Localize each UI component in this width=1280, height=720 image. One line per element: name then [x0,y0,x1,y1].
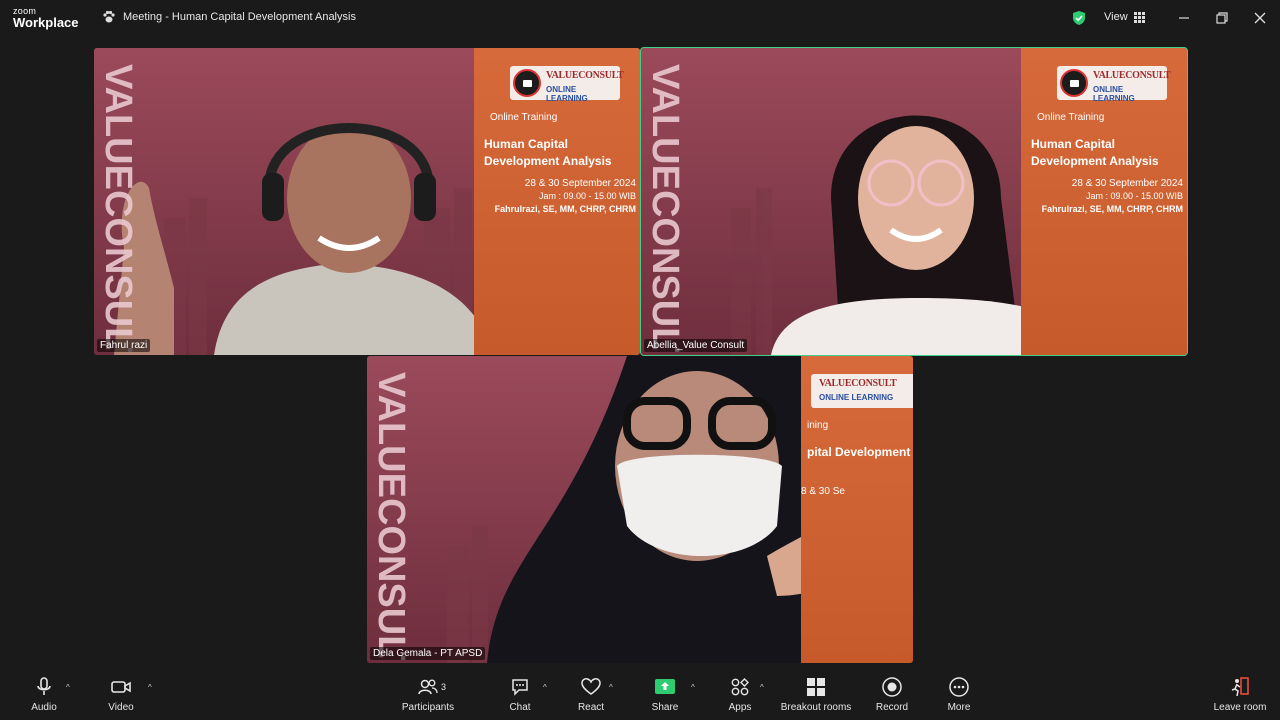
chat-options-caret[interactable]: ^ [543,683,547,692]
svg-text:VALUECONSULT: VALUECONSULT [97,64,139,352]
banner-online: Online Training [490,112,558,123]
banner-title: Human Capital Development Analysis [1031,137,1159,168]
microphone-icon [37,677,51,695]
audio-button[interactable]: Audio [28,676,60,716]
banner-time: Jam : 09.00 - 15.00 WIB [538,191,636,201]
camera-logo-icon [513,69,541,97]
leave-room-button[interactable]: Leave room [1210,676,1270,716]
more-icon [949,677,969,697]
grid-icon [1133,11,1145,23]
title-bar: zoom Workplace Meeting - Human Capital D… [0,0,1280,36]
breakout-rooms-button[interactable]: Breakout rooms [778,676,854,716]
training-banner: VALUECONSULT ONLINE LEARNING Online Trai… [474,48,640,355]
banner-date: 28 & 30 September 2024 [524,178,636,189]
share-button[interactable]: Share [648,676,682,716]
banner-time: Jam : 09.00 - 15.00 WIB [1085,191,1183,201]
participants-icon [418,679,438,695]
video-camera-icon [111,681,131,693]
audio-options-caret[interactable]: ^ [66,683,70,692]
banner-online-partial: ining [807,420,829,431]
minimize-icon[interactable] [1174,8,1194,28]
vertical-brand-text: VALUECONSULT [644,64,686,352]
apps-options-caret[interactable]: ^ [760,683,764,692]
record-button[interactable]: Record [874,676,910,716]
vertical-brand-text: VALUECONSULT [370,372,412,660]
camera-logo-icon [1060,69,1088,97]
zoom-logo: zoom Workplace [13,7,83,33]
view-button[interactable]: View [1104,11,1145,23]
participants-button[interactable]: Participants [398,676,458,716]
video-tile-abellia[interactable]: VALUECONSULT VALUECONSULT ONLINE LEARNIN… [640,47,1188,356]
valueconsult-logo: VALUECONSULT ONLINE LEARNING [1057,66,1171,103]
meeting-title: Meeting - Human Capital Development Anal… [123,11,356,23]
apps-button[interactable]: Apps [725,676,755,716]
video-tile-dela[interactable]: VALUECONSULT VALUECONSULT ONLINE LEARNIN… [367,356,913,663]
react-options-caret[interactable]: ^ [609,683,613,692]
security-shield-icon[interactable] [1071,10,1087,26]
banner-online: Online Training [1037,112,1105,123]
video-options-caret[interactable]: ^ [148,683,152,692]
record-icon [882,677,902,697]
more-button[interactable]: More [944,676,974,716]
training-banner-partial: VALUECONSULT ONLINE LEARNING ining pital… [801,356,913,663]
training-banner: VALUECONSULT ONLINE LEARNING Online Trai… [1021,48,1187,355]
vertical-brand-text: VALUECONSULT [97,64,139,352]
breakout-rooms-icon [807,678,825,696]
meeting-toolbar: Audio ^ Video ^ Participants 3 Chat ^ Re… [0,670,1280,720]
leave-door-icon [1231,677,1249,697]
banner-title-partial: pital Development [807,445,911,459]
share-screen-icon [655,679,675,694]
banner-title: Human Capital Development Analysis [484,137,612,168]
banner-trainer: Fahrulrazi, SE, MM, CHRP, CHRM [1041,204,1183,214]
banner-date-partial: 8 & 30 Se [801,486,845,497]
paw-icon [103,10,115,23]
participant-name: Abellia_Value Consult [644,339,748,352]
restore-icon[interactable] [1212,8,1232,28]
banner-trainer: Fahrulrazi, SE, MM, CHRP, CHRM [494,204,636,214]
svg-text:VALUECONSULT: VALUECONSULT [370,372,412,660]
svg-text:VALUECONSULT: VALUECONSULT [644,64,686,352]
participants-count: 3 [441,682,447,692]
banner-date: 28 & 30 September 2024 [1071,178,1183,189]
valueconsult-logo: VALUECONSULT ONLINE LEARNING [510,66,624,103]
view-label: View [1104,11,1128,23]
share-options-caret[interactable]: ^ [691,683,695,692]
apps-icon [731,678,749,696]
chat-button[interactable]: Chat [505,676,535,716]
participant-name: Fahrul razi [97,339,151,352]
video-button[interactable]: Video [104,676,138,716]
heart-icon [581,678,601,695]
valueconsult-logo: VALUECONSULT ONLINE LEARNING [811,374,913,408]
brand-big: Workplace [13,15,79,30]
chat-icon [512,679,528,696]
close-icon[interactable] [1250,8,1270,28]
video-tile-fahrul[interactable]: VALUECONSULT VALUECONSULT ONLINE LEARNIN… [94,48,640,355]
participant-name: Dela Gemala - PT APSD [370,647,486,660]
react-button[interactable]: React [574,676,608,716]
